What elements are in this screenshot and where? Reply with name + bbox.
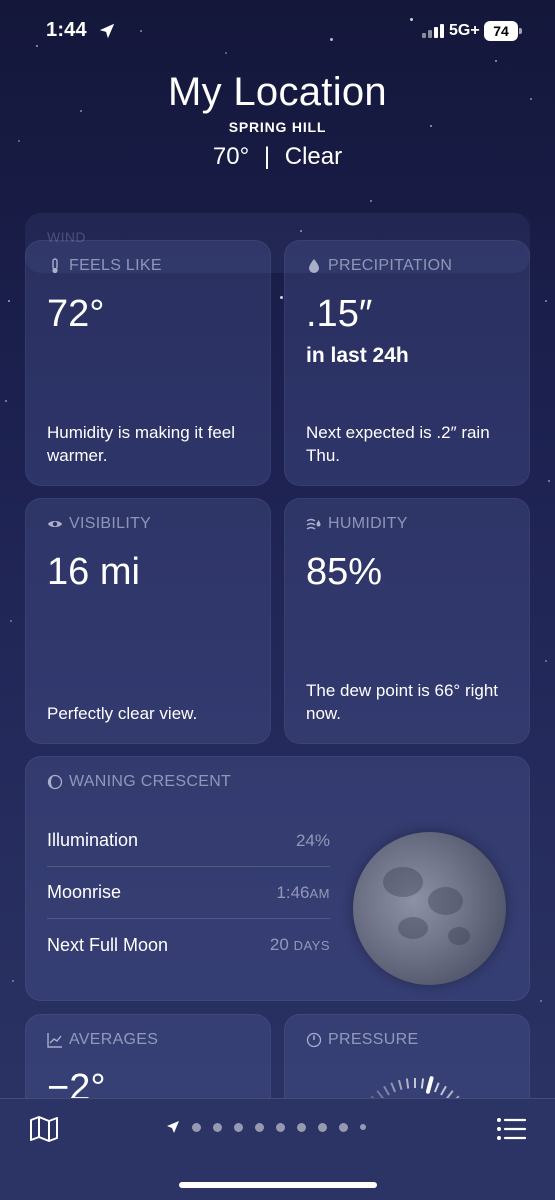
page-title: My Location xyxy=(168,70,387,114)
battery-icon: 74 xyxy=(484,21,522,41)
network-type: 5G+ xyxy=(449,22,480,39)
humidity-icon xyxy=(306,518,321,530)
list-icon[interactable] xyxy=(495,1115,527,1143)
precipitation-label: PRECIPITATION xyxy=(328,257,453,274)
feels-like-description: Humidity is making it feel warmer. xyxy=(47,423,236,465)
location-subtitle: SPRING HILL xyxy=(228,119,327,135)
map-icon[interactable] xyxy=(28,1115,60,1143)
page-dot[interactable] xyxy=(318,1122,327,1132)
visibility-label: VISIBILITY xyxy=(69,515,152,532)
location-arrow-icon xyxy=(99,23,115,39)
moon-phase-label: WANING CRESCENT xyxy=(69,773,232,790)
eye-icon xyxy=(48,521,62,527)
precipitation-card[interactable]: PRECIPITATION .15″ in last 24h Next expe… xyxy=(284,240,530,486)
feels-like-label-row: FEELS LIKE xyxy=(47,257,162,275)
visibility-value: 16 mi xyxy=(47,551,140,593)
humidity-card[interactable]: HUMIDITY 85% The dew point is 66° right … xyxy=(284,498,530,744)
status-bar: 1:44 5G+ 74 xyxy=(0,0,555,60)
moon-label-row: WANING CRESCENT xyxy=(47,773,231,791)
moon-row-key: Illumination xyxy=(47,830,139,850)
home-indicator[interactable] xyxy=(179,1182,377,1188)
gauge-icon xyxy=(306,1032,322,1048)
conditions-separator: | xyxy=(263,143,271,170)
location-header: My Location SPRING HILL 70° | Clear xyxy=(0,70,555,171)
moon-phase-icon xyxy=(47,774,63,790)
visibility-card[interactable]: VISIBILITY 16 mi Perfectly clear view. xyxy=(25,498,271,744)
averages-label: AVERAGES xyxy=(69,1031,159,1048)
pressure-label: PRESSURE xyxy=(328,1031,419,1048)
chart-trend-icon xyxy=(47,1033,62,1048)
precipitation-description: Next expected is .2″ rain Thu. xyxy=(306,423,490,465)
status-time: 1:44 xyxy=(46,19,87,41)
moon-details-list: Illumination 24% Moonrise 1:46AM Next Fu… xyxy=(47,815,330,971)
page-dot[interactable] xyxy=(276,1122,285,1132)
humidity-description: The dew point is 66° right now. xyxy=(306,681,499,723)
page-dot[interactable] xyxy=(234,1122,243,1132)
page-dot[interactable] xyxy=(360,1124,366,1130)
precipitation-value: .15″ xyxy=(306,293,373,335)
moon-row-next-full-moon: Next Full Moon 20 DAYS xyxy=(47,919,330,971)
humidity-label: HUMIDITY xyxy=(328,515,408,532)
page-dot[interactable] xyxy=(339,1122,348,1132)
current-temperature: 70° xyxy=(212,143,250,170)
feels-like-card[interactable]: FEELS LIKE 72° Humidity is making it fee… xyxy=(25,240,271,486)
moon-row-value: 1:46AM xyxy=(276,882,330,902)
signal-bars-icon xyxy=(422,24,444,38)
visibility-label-row: VISIBILITY xyxy=(47,515,151,533)
page-dot[interactable] xyxy=(192,1122,201,1132)
moon-row-value: 24% xyxy=(295,830,330,850)
moon-row-key: Moonrise xyxy=(47,882,122,902)
pressure-label-row: PRESSURE xyxy=(306,1031,418,1049)
feels-like-label: FEELS LIKE xyxy=(69,257,162,274)
page-dot[interactable] xyxy=(255,1122,264,1132)
feels-like-value: 72° xyxy=(47,293,105,335)
visibility-description: Perfectly clear view. xyxy=(47,704,198,723)
moon-row-illumination: Illumination 24% xyxy=(47,815,330,867)
raindrop-icon xyxy=(309,259,319,273)
current-condition: Clear xyxy=(284,143,343,170)
page-dot[interactable] xyxy=(297,1122,306,1132)
current-conditions: 70° | Clear xyxy=(0,143,555,171)
precipitation-period: in last 24h xyxy=(306,344,409,367)
moon-row-value: 20 DAYS xyxy=(269,935,330,954)
moon-row-key: Next Full Moon xyxy=(47,934,169,955)
current-location-icon[interactable] xyxy=(166,1120,180,1134)
moon-image xyxy=(353,832,506,985)
page-dot[interactable] xyxy=(213,1122,222,1132)
averages-label-row: AVERAGES xyxy=(47,1031,158,1049)
moon-row-moonrise: Moonrise 1:46AM xyxy=(47,867,330,919)
humidity-value: 85% xyxy=(306,551,383,593)
humidity-label-row: HUMIDITY xyxy=(306,515,408,533)
thermometer-icon xyxy=(52,258,58,274)
page-indicator[interactable] xyxy=(166,1120,366,1134)
precipitation-label-row: PRECIPITATION xyxy=(306,257,452,275)
moon-phase-card[interactable]: WANING CRESCENT Illumination 24% Moonris… xyxy=(25,756,530,1001)
